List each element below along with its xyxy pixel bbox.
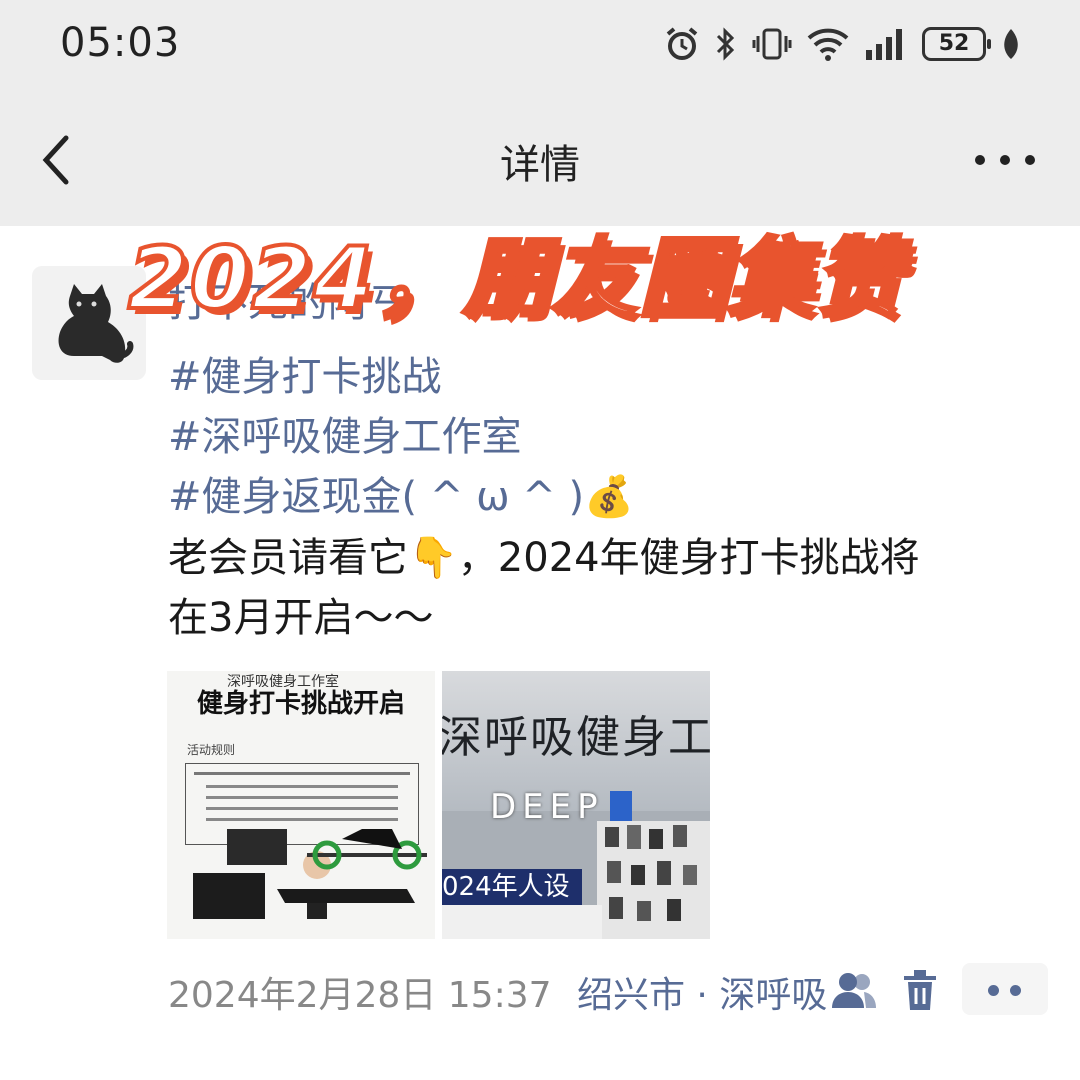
page-title: 详情 [500, 142, 580, 188]
studio-brand: DEEP [490, 787, 604, 827]
post-location[interactable]: 绍兴市 · 深呼吸 [577, 975, 827, 1016]
battery-indicator: 52 [922, 27, 991, 61]
studio-sign: 深呼吸健身工 [442, 712, 710, 763]
status-time: 05:03 [60, 20, 181, 66]
comment-dots-icon[interactable] [962, 963, 1048, 1015]
post-body-line2: 在3月开启～～ [168, 595, 434, 641]
post-photo-1[interactable]: 深呼吸健身工作室 健身打卡挑战开启 活动规则 [167, 671, 435, 939]
post-datetime: 2024年2月28日 15:37 [168, 975, 552, 1016]
signal-icon [866, 29, 902, 60]
poster-athletes-image [185, 829, 427, 939]
post-body: 老会员请看它👇，2024年健身打卡挑战将 在3月开启～～ [168, 528, 1048, 648]
nav-bar: 详情 [0, 90, 1080, 226]
vibrate-icon [752, 28, 792, 60]
hashtag-studio[interactable]: #深呼吸健身工作室 [168, 404, 522, 462]
studio-banner: 024年人设 [442, 869, 582, 905]
overlay-title: 2024，朋友圈集赞 [126, 227, 904, 331]
hashtag-fitness-checkin[interactable]: #健身打卡挑战 [168, 344, 442, 402]
status-icons: 52 [664, 22, 1022, 66]
bluetooth-icon [716, 27, 735, 61]
post-meta: 2024年2月28日 15:37 绍兴市 · 深呼吸 [168, 966, 827, 1018]
poster-title: 健身打卡挑战开启 [196, 689, 405, 719]
hashtag-cashback[interactable]: #健身返现金( ^ ω ^ )💰 [168, 464, 634, 522]
trash-icon[interactable] [900, 968, 940, 1012]
poster-subtitle: 活动规则 [187, 743, 236, 757]
alarm-icon [666, 27, 698, 60]
status-bar: 05:03 52 [0, 0, 1080, 90]
photo-wall [597, 821, 710, 939]
post-photo-2[interactable]: 深呼吸健身工 DEEP 024年人设 [442, 671, 710, 939]
more-options-icon[interactable] [970, 140, 1040, 180]
friends-icon[interactable] [830, 970, 878, 1010]
post-body-line1: 老会员请看它👇，2024年健身打卡挑战将 [168, 535, 920, 581]
leaf-icon [1004, 29, 1018, 59]
wifi-icon [807, 28, 849, 61]
